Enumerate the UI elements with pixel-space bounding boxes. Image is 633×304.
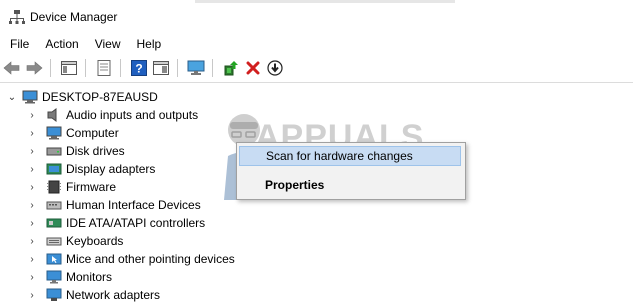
- monitor-icon: [46, 270, 62, 284]
- expand-chevron-icon[interactable]: ›: [26, 272, 38, 283]
- expand-chevron-icon[interactable]: ›: [26, 164, 38, 175]
- expand-chevron-icon[interactable]: ›: [26, 290, 38, 301]
- disk-drive-icon: [46, 147, 62, 156]
- menu-help[interactable]: Help: [131, 37, 168, 51]
- properties-icon: [61, 61, 77, 75]
- document-icon: [97, 60, 111, 76]
- tree-item-ide[interactable]: › IDE ATA/ATAPI controllers: [26, 214, 205, 232]
- hid-icon: [46, 201, 62, 210]
- tree-item-audio[interactable]: › Audio inputs and outputs: [26, 106, 198, 124]
- tree-item-label: Display adapters: [66, 162, 156, 176]
- tree-item-computer[interactable]: › Computer: [26, 124, 119, 142]
- ide-controller-icon: [46, 218, 62, 228]
- details-icon: [153, 61, 169, 75]
- tree-item-label: Mice and other pointing devices: [66, 252, 235, 266]
- tree-root[interactable]: ⌄ DESKTOP-87EAUSD: [6, 88, 158, 106]
- keyboard-icon: [46, 237, 62, 246]
- details-button[interactable]: [151, 58, 171, 78]
- tree-item-monitors[interactable]: › Monitors: [26, 268, 112, 286]
- menu-view[interactable]: View: [89, 37, 127, 51]
- top-strip: [195, 0, 455, 3]
- tree-root-label: DESKTOP-87EAUSD: [42, 90, 158, 104]
- help-button[interactable]: ?: [129, 58, 149, 78]
- expand-chevron-icon[interactable]: ›: [26, 182, 38, 193]
- tree-item-firmware[interactable]: › Firmware: [26, 178, 116, 196]
- tree-item-mice[interactable]: › Mice and other pointing devices: [26, 250, 235, 268]
- monitor-icon: [187, 60, 205, 75]
- forward-icon: [26, 61, 43, 75]
- tree-item-label: Disk drives: [66, 144, 125, 158]
- uninstall-icon: [246, 61, 260, 75]
- properties-label: Properties: [265, 178, 325, 192]
- update-driver-icon: [224, 61, 238, 76]
- properties-menu-item[interactable]: Properties: [239, 175, 461, 195]
- expand-chevron-icon[interactable]: ›: [26, 200, 38, 211]
- uninstall-button[interactable]: [243, 58, 263, 78]
- back-button[interactable]: [2, 58, 22, 78]
- toolbar-separator: [177, 59, 178, 77]
- firmware-icon: [47, 180, 61, 194]
- tree-item-label: Human Interface Devices: [66, 198, 201, 212]
- device-manager-icon: [9, 10, 25, 24]
- speaker-icon: [47, 108, 57, 122]
- toolbar-separator: [85, 59, 86, 77]
- scan-icon: [267, 60, 283, 76]
- computer-icon: [46, 126, 62, 140]
- expand-chevron-icon[interactable]: ›: [26, 254, 38, 265]
- forward-button[interactable]: [24, 58, 44, 78]
- tree-item-label: Audio inputs and outputs: [66, 108, 199, 122]
- expand-chevron-icon[interactable]: ›: [26, 128, 38, 139]
- tree-item-label: Monitors: [66, 270, 113, 284]
- collapse-chevron-icon[interactable]: ⌄: [6, 92, 18, 103]
- scan-button[interactable]: [265, 58, 285, 78]
- help-icon: ?: [131, 60, 147, 76]
- mouse-icon: [46, 253, 62, 265]
- toolbar-separator: [212, 59, 213, 77]
- tree-item-label: Firmware: [66, 180, 116, 194]
- display-adapter-icon: [46, 163, 62, 175]
- computer-root-icon: [22, 90, 38, 104]
- context-menu: Scan for hardware changes Properties: [236, 142, 466, 200]
- expand-chevron-icon[interactable]: ›: [26, 146, 38, 157]
- document-button[interactable]: [94, 58, 114, 78]
- tree-item-keyboards[interactable]: › Keyboards: [26, 232, 123, 250]
- menu-bar: File Action View Help: [0, 34, 633, 54]
- back-icon: [3, 61, 20, 75]
- svg-text:?: ?: [135, 62, 142, 76]
- title-bar: Device Manager: [0, 0, 633, 34]
- monitor-button[interactable]: [186, 58, 206, 78]
- toolbar-separator: [50, 59, 51, 77]
- console-tree-button[interactable]: [59, 58, 79, 78]
- tree-item-label: Computer: [66, 126, 119, 140]
- expand-chevron-icon[interactable]: ›: [26, 218, 38, 229]
- expand-chevron-icon[interactable]: ›: [26, 110, 38, 121]
- toolbar: ?: [0, 56, 633, 80]
- expand-chevron-icon[interactable]: ›: [26, 236, 38, 247]
- scan-hardware-label: Scan for hardware changes: [266, 149, 413, 163]
- window-title: Device Manager: [30, 10, 118, 24]
- toolbar-separator: [120, 59, 121, 77]
- menu-file[interactable]: File: [4, 37, 35, 51]
- tree-item-disk-drives[interactable]: › Disk drives: [26, 142, 125, 160]
- scan-hardware-menu-item[interactable]: Scan for hardware changes: [239, 146, 461, 166]
- tree-item-display-adapters[interactable]: › Display adapters: [26, 160, 155, 178]
- menu-action[interactable]: Action: [39, 37, 84, 51]
- tree-item-network-adapters[interactable]: › Network adapters: [26, 286, 160, 304]
- update-driver-button[interactable]: [221, 58, 241, 78]
- tree-item-label: Keyboards: [66, 234, 124, 248]
- tree-item-hid[interactable]: › Human Interface Devices: [26, 196, 201, 214]
- tree-item-label: IDE ATA/ATAPI controllers: [66, 216, 206, 230]
